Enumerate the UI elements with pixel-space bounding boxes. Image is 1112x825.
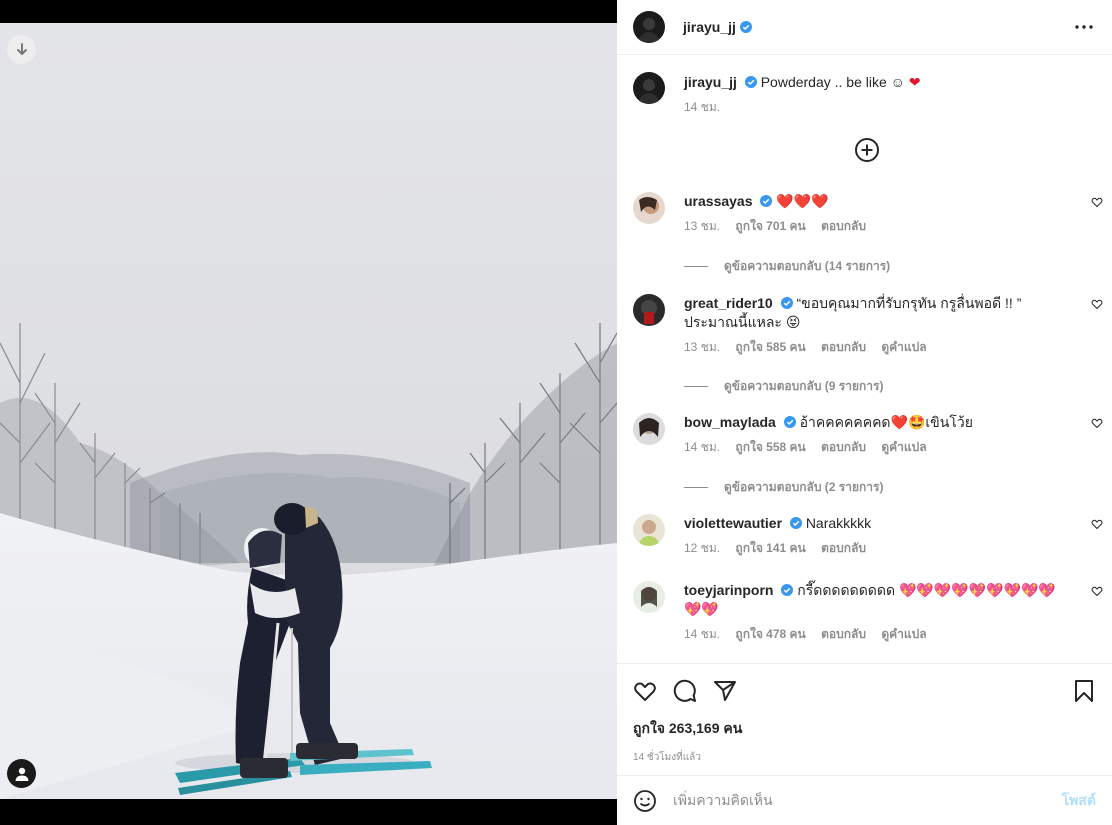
caption: jirayu_jj Powderday .. be like ☺ ❤ 14 ชม… — [633, 72, 1103, 117]
bookmark-icon — [1075, 680, 1093, 702]
divider-line — [684, 487, 708, 488]
view-replies-label: ดูข้อความตอบกลับ (9 รายการ) — [724, 379, 884, 393]
save-button[interactable] — [1064, 671, 1104, 711]
like-comment-icon[interactable] — [1091, 518, 1103, 530]
user-icon — [15, 767, 28, 781]
verified-badge-icon — [781, 584, 794, 596]
post-header: jirayu_jj — [617, 0, 1112, 55]
heart-emoji: ❤ — [908, 74, 921, 90]
author-avatar[interactable] — [633, 11, 665, 43]
download-button[interactable] — [7, 35, 36, 64]
comment-time: 14 ชม. — [684, 627, 721, 641]
comment-item: toeyjarinporn กรี๊ดดดดดดดดด 💖💖💖💖💖💖💖💖💖💖💖 … — [633, 581, 1103, 644]
comment-input[interactable]: เพิ่มความคิดเห็น — [673, 790, 1062, 812]
like-comment-icon[interactable] — [1091, 196, 1103, 208]
heart-icon — [634, 682, 656, 701]
divider-line — [684, 266, 708, 267]
emoji-smiley-icon[interactable] — [633, 789, 657, 813]
comment-bubble-icon — [673, 679, 696, 702]
commenter-avatar[interactable] — [633, 514, 665, 546]
action-bar — [617, 664, 1112, 718]
comment-likes[interactable]: ถูกใจ 478 คน — [735, 627, 805, 641]
more-options-button[interactable] — [1072, 15, 1096, 39]
comment-time: 13 ชม. — [684, 340, 721, 354]
translate-button[interactable]: ดูคำแปล — [881, 440, 926, 454]
share-button[interactable] — [705, 671, 745, 711]
verified-badge-icon — [744, 76, 757, 88]
tagged-users-button[interactable] — [7, 759, 36, 788]
reply-button[interactable]: ตอบกลับ — [821, 219, 866, 233]
post-comment-button[interactable]: โพสต์ — [1062, 790, 1096, 812]
post-time-ago: 14 ชั่วโมงที่แล้ว — [633, 752, 701, 763]
commenter-username[interactable]: toeyjarinporn — [684, 582, 773, 598]
like-count[interactable]: ถูกใจ 263,169 คน — [617, 718, 1112, 740]
verified-badge-icon — [739, 21, 752, 33]
translate-button[interactable]: ดูคำแปล — [881, 340, 926, 354]
like-comment-icon[interactable] — [1091, 417, 1103, 429]
like-button[interactable] — [625, 671, 665, 711]
commenter-username[interactable]: great_rider10 — [684, 295, 773, 311]
add-comment-bar: เพิ่มความคิดเห็น โพสต์ — [617, 775, 1112, 825]
instagram-post-viewer: jirayu_jj jirayu_jj Powderday .. be like… — [0, 0, 1112, 825]
commenter-avatar[interactable] — [633, 581, 665, 613]
author-username[interactable]: jirayu_jj — [683, 19, 736, 35]
paper-plane-icon — [714, 681, 736, 701]
view-replies-button[interactable]: ดูข้อความตอบกลับ (9 รายการ) — [684, 377, 883, 396]
comment-button[interactable] — [665, 671, 705, 711]
comment-time: 13 ชม. — [684, 219, 721, 233]
comment-likes[interactable]: ถูกใจ 558 คน — [735, 440, 805, 454]
commenter-username[interactable]: bow_maylada — [684, 414, 776, 430]
like-comment-icon[interactable] — [1091, 585, 1103, 597]
comment-text: อ้าคคคคคคคด❤️🤩เขินโว้ย — [799, 414, 973, 430]
commenter-avatar[interactable] — [633, 192, 665, 224]
view-replies-button[interactable]: ดูข้อความตอบกลับ (14 รายการ) — [684, 257, 890, 276]
comment-time: 14 ชม. — [684, 440, 721, 454]
comment-likes[interactable]: ถูกใจ 701 คน — [735, 219, 805, 233]
comment-text: Narakkkkk — [805, 515, 872, 531]
caption-username[interactable]: jirayu_jj — [684, 74, 737, 90]
comment-likes[interactable]: ถูกใจ 585 คน — [735, 340, 805, 354]
arrow-down-icon — [16, 42, 27, 55]
caption-time: 14 ชม. — [684, 100, 721, 114]
commenter-avatar[interactable] — [633, 413, 665, 445]
reply-button[interactable]: ตอบกลับ — [821, 627, 866, 641]
verified-badge-icon — [780, 297, 793, 309]
comment-text: ❤️❤️❤️ — [776, 193, 829, 209]
caption-text: Powderday .. be like ☺ — [760, 74, 905, 90]
commenter-username[interactable]: violettewautier — [684, 515, 782, 531]
commenter-username[interactable]: urassayas — [684, 193, 753, 209]
post-media — [0, 0, 617, 825]
post-photo — [0, 23, 617, 799]
reply-button[interactable]: ตอบกลับ — [821, 541, 866, 555]
translate-button[interactable]: ดูคำแปล — [881, 627, 926, 641]
view-replies-label: ดูข้อความตอบกลับ (14 รายการ) — [724, 259, 891, 273]
ellipsis-icon — [1075, 25, 1093, 29]
load-more-comments-button[interactable] — [854, 137, 880, 163]
divider-line — [684, 386, 708, 387]
comment-likes[interactable]: ถูกใจ 141 คน — [735, 541, 805, 555]
caption-avatar[interactable] — [633, 72, 665, 104]
comments-section: jirayu_jj Powderday .. be like ☺ ❤ 14 ชม… — [617, 56, 1112, 663]
verified-badge-icon — [789, 517, 802, 529]
comment-item: bow_maylada อ้าคคคคคคคด❤️🤩เขินโว้ย 14 ชม… — [633, 413, 1103, 457]
post-actions: ถูกใจ 263,169 คน 14 ชั่วโมงที่แล้ว — [617, 663, 1112, 765]
post-side-panel: jirayu_jj jirayu_jj Powderday .. be like… — [617, 0, 1112, 825]
view-replies-label: ดูข้อความตอบกลับ (2 รายการ) — [724, 480, 884, 494]
verified-badge-icon — [783, 416, 796, 428]
comment-time: 12 ชม. — [684, 541, 721, 555]
plus-circle-icon — [855, 138, 879, 162]
reply-button[interactable]: ตอบกลับ — [821, 440, 866, 454]
reply-button[interactable]: ตอบกลับ — [821, 340, 866, 354]
comment-item: great_rider10 “ขอบคุณมากที่รับกรุทัน กรู… — [633, 294, 1103, 357]
comment-item: violettewautier Narakkkkk 12 ชม. ถูกใจ 1… — [633, 514, 1103, 558]
commenter-avatar[interactable] — [633, 294, 665, 326]
comment-item: urassayas ❤️❤️❤️ 13 ชม. ถูกใจ 701 คน ตอบ… — [633, 192, 1103, 236]
view-replies-button[interactable]: ดูข้อความตอบกลับ (2 รายการ) — [684, 478, 883, 497]
like-comment-icon[interactable] — [1091, 298, 1103, 310]
verified-badge-icon — [760, 195, 773, 207]
